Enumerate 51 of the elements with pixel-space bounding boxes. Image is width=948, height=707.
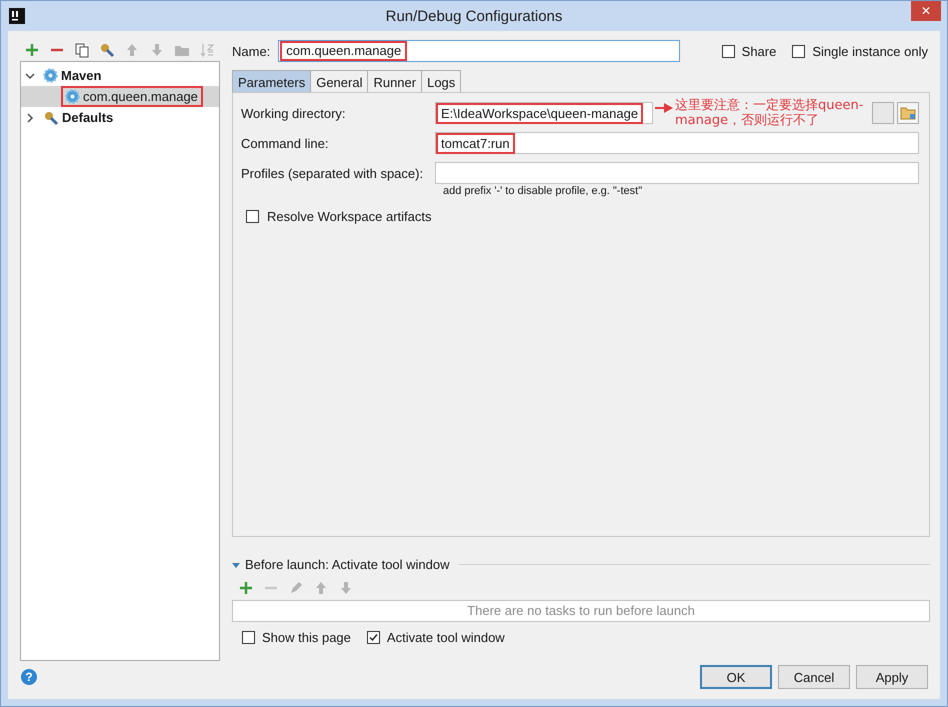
tree-label: Maven [60,68,102,83]
field-label: Command line: [241,136,330,150]
window-title: Run/Debug Configurations [386,8,562,24]
help-button[interactable]: ? [21,669,37,685]
tab[interactable]: Parameters [232,70,312,92]
name-field[interactable]: com.queen.manage [278,40,680,62]
copy-icon[interactable] [74,42,90,58]
tree-item[interactable]: com.queen.manage [21,86,219,107]
checkbox-label: Show this page [262,630,351,645]
checkbox[interactable] [242,631,255,644]
wrench-icon[interactable] [43,110,59,126]
checkbox[interactable] [246,210,259,223]
name-label: Name: [232,44,270,58]
checkbox-label: Activate tool window [386,630,505,645]
gear-icon [65,89,80,104]
folder-icon [900,106,916,120]
chevron-right-icon[interactable] [25,112,35,122]
tree-label: Defaults [61,110,114,125]
checkbox-label: Single instance only [812,44,928,58]
plus-icon[interactable] [238,580,254,596]
triangle-down-icon[interactable] [232,560,240,568]
annotation-arrow [655,103,673,113]
chevron-down-icon[interactable] [25,70,35,80]
checkbox[interactable] [722,44,735,58]
wrench-icon[interactable] [99,42,115,58]
checkbox-label: Share [742,44,776,58]
section-title: Before launch: Activate tool window [245,557,450,572]
tab[interactable]: Logs [421,70,462,92]
app-icon [9,8,25,24]
field-label: Profiles (separated with space): [241,166,424,180]
input-field[interactable]: E:\IdeaWorkspace\queen-manage [435,102,653,124]
browse-button[interactable] [897,102,919,124]
input-field[interactable]: tomcat7:run [435,132,919,154]
plus-icon[interactable] [24,42,40,58]
close-button[interactable]: ✕ [911,1,941,21]
field-label: Working directory: [241,106,347,120]
expand-button[interactable] [872,102,894,124]
dialog-button[interactable]: Cancel [778,665,850,689]
tree-item[interactable]: Defaults [21,107,219,128]
checkbox[interactable] [366,631,380,644]
tree-item[interactable]: Maven [21,65,219,86]
input-field[interactable] [435,162,919,184]
gear-icon [43,68,58,83]
checkbox[interactable] [792,44,806,58]
dialog-button[interactable]: OK [700,665,772,689]
hint-text: add prefix '-' to disable profile, e.g. "-test" [443,185,642,197]
task-list: There are no tasks to run before launch [232,600,930,622]
dialog-button[interactable]: Apply [856,665,928,689]
checkbox-label: Resolve Workspace artifacts [267,209,432,224]
tree-label: com.queen.manage [82,89,199,104]
annotation-text: 这里要注意：一定要选择queen-manage，否则运行不了 [675,98,864,128]
